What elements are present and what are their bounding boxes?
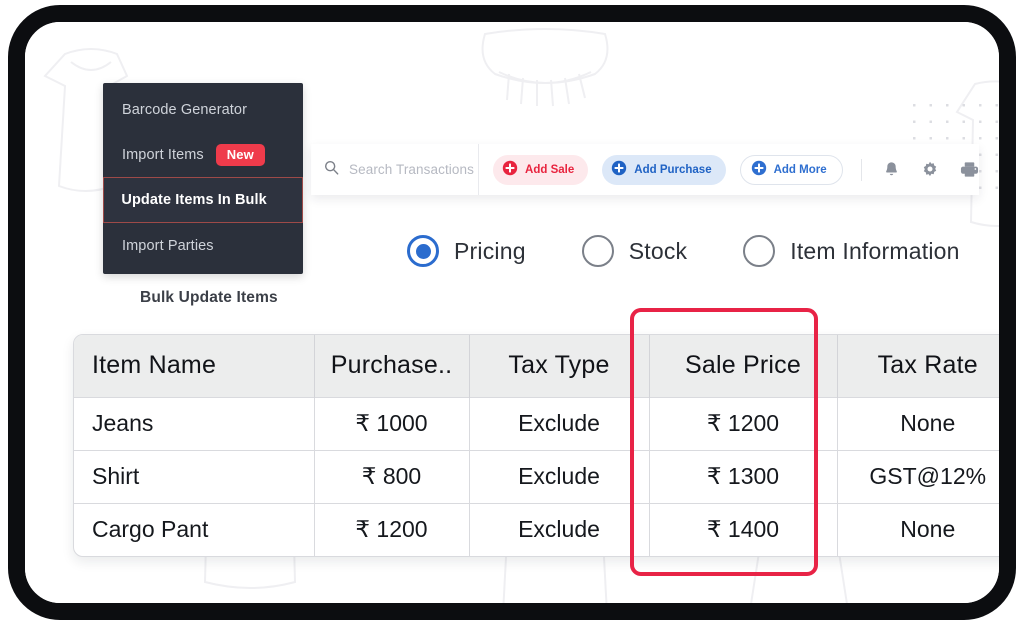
sidebar-item-label: Update Items In Bulk xyxy=(121,192,267,208)
table-header: Item Name Purchase.. Tax Type Sale Price… xyxy=(74,335,999,397)
cell-item-name: Shirt xyxy=(74,449,315,503)
radio-option-stock[interactable]: Stock xyxy=(581,235,688,267)
bell-icon[interactable] xyxy=(883,160,901,180)
column-header-tax-type[interactable]: Tax Type xyxy=(469,335,650,397)
radio-icon-selected xyxy=(407,235,439,267)
cell-item-name: Jeans xyxy=(74,396,315,450)
cell-purchase: ₹ 1200 xyxy=(314,502,470,556)
cell-item-name: Cargo Pant xyxy=(74,502,315,556)
sidebar-item-label: Barcode Generator xyxy=(122,101,248,118)
column-header-item-name[interactable]: Item Name xyxy=(74,335,315,397)
add-more-button[interactable]: Add More xyxy=(739,154,843,185)
radio-icon-unselected xyxy=(743,235,776,267)
top-toolbar: Search Transactions Add Sale Add Purchas… xyxy=(311,144,979,195)
cell-tax-type: Exclude xyxy=(469,502,650,556)
table-row[interactable]: Cargo Pant ₹ 1200 Exclude ₹ 1400 None xyxy=(74,502,999,556)
printer-icon[interactable] xyxy=(960,160,979,180)
table-header-row: Item Name Purchase.. Tax Type Sale Price… xyxy=(74,335,999,397)
add-purchase-button[interactable]: Add Purchase xyxy=(602,154,726,185)
search-icon xyxy=(324,160,339,180)
cell-sale-price[interactable]: ₹ 1300 xyxy=(649,449,838,503)
sidebar-item-update-items-in-bulk[interactable]: Update Items In Bulk xyxy=(103,177,303,223)
toolbar-divider xyxy=(860,158,862,181)
add-more-label: Add More xyxy=(773,163,827,176)
add-sale-label: Add Sale xyxy=(525,163,575,176)
table-row[interactable]: Shirt ₹ 800 Exclude ₹ 1300 GST@12% xyxy=(74,449,999,503)
cell-tax-rate: None xyxy=(837,396,999,450)
app-canvas: Barcode Generator Import Items New Updat… xyxy=(25,22,999,603)
radio-option-pricing[interactable]: Pricing xyxy=(407,235,526,267)
sidebar-item-barcode-generator[interactable]: Barcode Generator xyxy=(103,87,303,132)
screenshot-root: Barcode Generator Import Items New Updat… xyxy=(0,0,1024,625)
cell-purchase: ₹ 1000 xyxy=(314,396,470,450)
sidebar-item-label: Import Parties xyxy=(122,237,214,254)
radio-label-stock: Stock xyxy=(628,237,688,264)
add-sale-button[interactable]: Add Sale xyxy=(493,154,589,185)
cell-sale-price[interactable]: ₹ 1200 xyxy=(649,396,838,450)
column-header-tax-rate[interactable]: Tax Rate xyxy=(837,335,999,397)
search-transactions-field[interactable]: Search Transactions xyxy=(311,144,480,195)
plus-circle-icon xyxy=(751,160,767,179)
add-purchase-label: Add Purchase xyxy=(634,163,712,176)
bulk-update-items-caption: Bulk Update Items xyxy=(140,289,278,306)
cell-purchase: ₹ 800 xyxy=(314,449,470,503)
new-badge: New xyxy=(215,143,265,166)
watermark-dress-top xyxy=(465,24,625,124)
items-table: Item Name Purchase.. Tax Type Sale Price… xyxy=(74,335,999,556)
column-header-purchase[interactable]: Purchase.. xyxy=(314,335,470,397)
gear-icon[interactable] xyxy=(921,160,939,180)
bulk-update-table: Item Name Purchase.. Tax Type Sale Price… xyxy=(73,334,999,557)
cell-sale-price[interactable]: ₹ 1400 xyxy=(649,502,838,556)
radio-option-item-information[interactable]: Item Information xyxy=(743,235,959,267)
plus-circle-icon xyxy=(611,160,627,179)
cell-tax-type: Exclude xyxy=(469,396,650,450)
sidebar-item-import-parties[interactable]: Import Parties xyxy=(103,223,303,268)
plus-circle-icon xyxy=(502,160,518,179)
search-placeholder-text: Search Transactions xyxy=(349,162,474,177)
cell-tax-type: Exclude xyxy=(469,449,650,503)
cell-tax-rate: GST@12% xyxy=(837,449,999,503)
radio-icon-unselected xyxy=(581,235,614,267)
column-header-sale-price[interactable]: Sale Price xyxy=(649,335,838,397)
device-frame: Barcode Generator Import Items New Updat… xyxy=(8,5,1016,620)
view-mode-radio-group: Pricing Stock Item Information xyxy=(407,235,960,267)
radio-dot xyxy=(415,243,431,259)
table-row[interactable]: Jeans ₹ 1000 Exclude ₹ 1200 None xyxy=(74,396,999,450)
sidebar-menu: Barcode Generator Import Items New Updat… xyxy=(103,83,303,274)
radio-label-pricing: Pricing xyxy=(454,237,526,264)
sidebar-item-import-items[interactable]: Import Items New xyxy=(103,132,303,177)
cell-tax-rate: None xyxy=(837,502,999,556)
sidebar-item-label: Import Items xyxy=(122,146,204,163)
table-body: Jeans ₹ 1000 Exclude ₹ 1200 None Shirt ₹… xyxy=(74,396,999,556)
radio-label-item-information: Item Information xyxy=(790,237,960,264)
